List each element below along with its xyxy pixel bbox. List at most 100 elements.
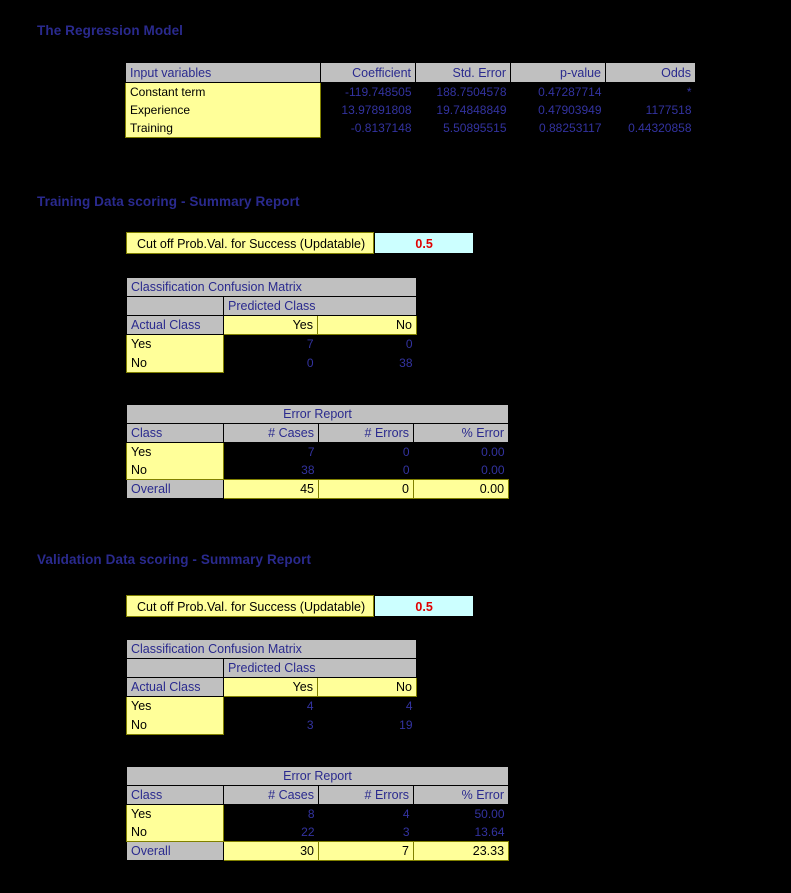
predicted-label-no: No [317,315,417,335]
cell-odds: 0.44320858 [605,119,696,138]
table-row: Training -0.8137148 5.50895515 0.8825311… [125,119,696,138]
actual-label-no: No [126,715,224,735]
cell-coefficient: -119.748505 [320,82,416,101]
training-confusion-title: Classification Confusion Matrix [126,277,417,297]
confusion-title-row: Classification Confusion Matrix [126,277,417,297]
row-label-no: No [126,461,224,480]
actual-label-no: No [126,353,224,373]
class-label-row: Actual Class Yes No [126,677,417,697]
cell-cases: 22 [223,823,319,842]
validation-confusion-title: Classification Confusion Matrix [126,639,417,659]
cell-coefficient: -0.8137148 [320,119,416,138]
validation-error-report-title: Error Report [125,766,510,786]
table-row: No 22 3 13.64 [126,823,509,842]
validation-confusion-matrix: Classification Confusion Matrix Predicte… [126,639,417,735]
predicted-class-header: Predicted Class [223,296,417,316]
table-row: Yes 8 4 50.00 [126,804,509,823]
column-header-std-error: Std. Error [415,62,511,83]
column-header-input-variables: Input variables [125,62,321,83]
column-header-cases: # Cases [223,423,319,443]
cell-yes-no: 0 [317,334,417,354]
table-row: No 0 38 [126,353,417,373]
blank-corner-cell [126,658,224,678]
cell-variable-name: Constant term [125,82,321,101]
error-title-row: Error Report [125,766,510,786]
cell-pct-error: 13.64 [413,823,509,842]
cell-variable-name: Experience [125,101,321,119]
table-row: No 3 19 [126,715,417,735]
cell-no-yes: 0 [223,353,318,373]
cell-std-error: 19.74848849 [415,101,511,119]
table-row: Constant term -119.748505 188.7504578 0.… [125,82,696,101]
predicted-label-yes: Yes [223,315,318,335]
cell-no-no: 38 [317,353,417,373]
actual-label-yes: Yes [126,334,224,354]
training-confusion-matrix: Classification Confusion Matrix Predicte… [126,277,417,373]
actual-class-header: Actual Class [126,315,224,335]
cell-yes-yes: 7 [223,334,318,354]
regression-model-table: Input variables Coefficient Std. Error p… [125,62,696,138]
column-header-coefficient: Coefficient [320,62,416,83]
cell-no-yes: 3 [223,715,318,735]
cell-overall-pct-error: 23.33 [412,841,510,861]
table-row: Experience 13.97891808 19.74848849 0.479… [125,101,696,119]
cell-odds: * [605,82,696,101]
cell-errors: 4 [318,804,414,823]
validation-error-report: Error Report Class # Cases # Errors % Er… [125,766,510,861]
column-header-class: Class [126,785,224,805]
column-header-errors: # Errors [318,785,414,805]
cell-errors: 0 [318,442,414,461]
table-row: Yes 7 0 [126,334,417,354]
cell-odds: 1177518 [605,101,696,119]
column-header-pct-error: % Error [412,423,510,443]
cell-cases: 38 [223,461,319,480]
row-label-no: No [126,823,224,842]
cell-pct-error: 0.00 [413,442,509,461]
column-header-pct-error: % Error [412,785,510,805]
predicted-label-no: No [317,677,417,697]
row-label-yes: Yes [126,442,224,461]
cell-std-error: 188.7504578 [415,82,511,101]
row-label-overall: Overall [126,479,224,499]
table-row: No 38 0 0.00 [126,461,509,480]
cell-coefficient: 13.97891808 [320,101,416,119]
actual-label-yes: Yes [126,696,224,716]
training-summary-title: Training Data scoring - Summary Report [37,194,300,209]
error-title-row: Error Report [125,404,510,424]
cell-pct-error: 0.00 [413,461,509,480]
cell-overall-cases: 30 [223,841,319,861]
table-header-row: Class # Cases # Errors % Error [126,785,510,805]
training-cutoff-value[interactable]: 0.5 [374,232,475,254]
cell-errors: 3 [318,823,414,842]
predicted-class-row: Predicted Class [126,296,417,316]
blank-corner-cell [126,296,224,316]
cell-p-value: 0.47287714 [510,82,606,101]
spreadsheet-report: The Regression Model Input variables Coe… [0,0,791,893]
cell-yes-yes: 4 [223,696,318,716]
training-cutoff-row: Cut off Prob.Val. for Success (Updatable… [126,232,475,254]
overall-row: Overall 30 7 23.33 [126,841,510,861]
cell-overall-cases: 45 [223,479,319,499]
class-label-row: Actual Class Yes No [126,315,417,335]
row-label-yes: Yes [126,804,224,823]
actual-class-header: Actual Class [126,677,224,697]
training-cutoff-label: Cut off Prob.Val. for Success (Updatable… [126,232,375,254]
cell-overall-errors: 7 [318,841,414,861]
training-error-report: Error Report Class # Cases # Errors % Er… [125,404,510,499]
overall-row: Overall 45 0 0.00 [126,479,510,499]
cell-overall-pct-error: 0.00 [412,479,510,499]
row-label-overall: Overall [126,841,224,861]
column-header-class: Class [126,423,224,443]
validation-cutoff-value[interactable]: 0.5 [374,595,475,617]
column-header-odds: Odds [605,62,696,83]
cell-overall-errors: 0 [318,479,414,499]
table-row: Yes 4 4 [126,696,417,716]
predicted-class-row: Predicted Class [126,658,417,678]
predicted-class-header: Predicted Class [223,658,417,678]
table-header-row: Input variables Coefficient Std. Error p… [125,62,696,83]
cell-yes-no: 4 [317,696,417,716]
cell-cases: 8 [223,804,319,823]
table-header-row: Class # Cases # Errors % Error [126,423,510,443]
cell-cases: 7 [223,442,319,461]
training-error-report-title: Error Report [125,404,510,424]
